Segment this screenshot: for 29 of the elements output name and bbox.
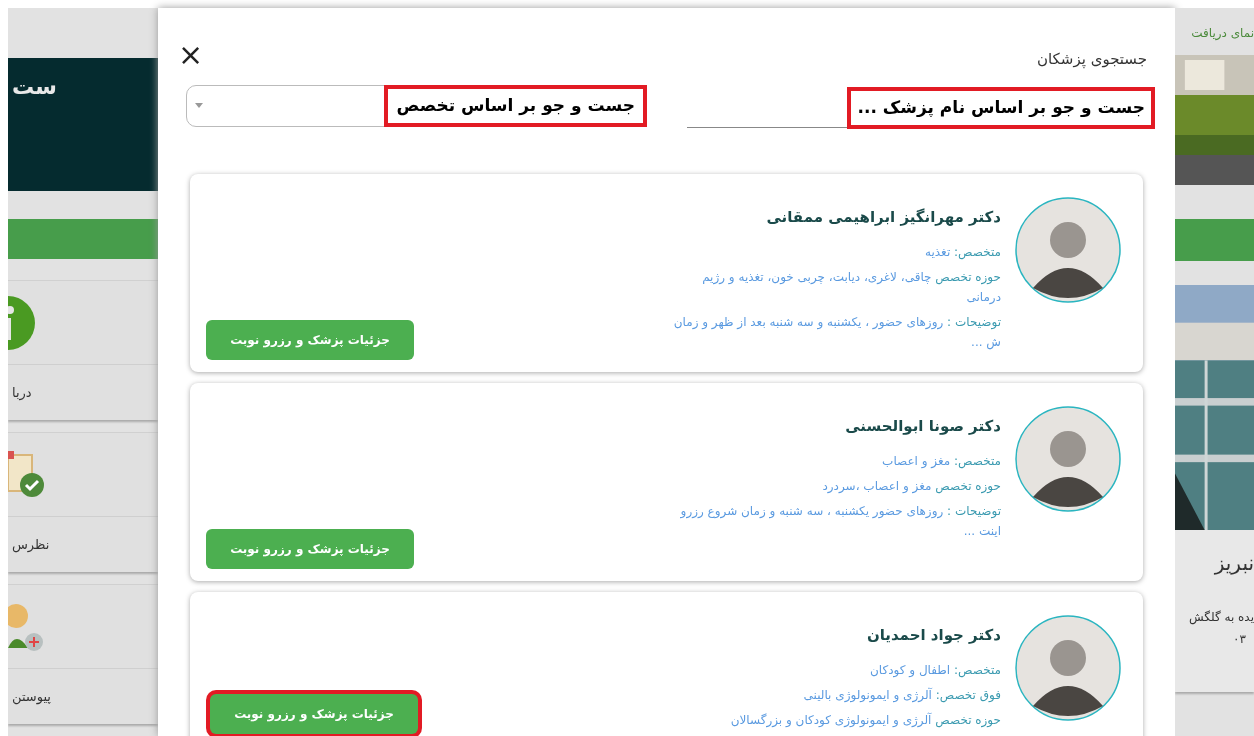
news-text: یده به گلگش (1188, 609, 1254, 626)
doctor-name: دکتر صونا ابوالحسنی (844, 415, 1001, 437)
banner-title: ست (12, 73, 57, 102)
service-card[interactable]: دربا (8, 280, 158, 421)
doctor-info-line: توضیحات : روزهای حضور ، یکشنبه و سه شنبه بعد از ظهر و زمان ش ... (672, 314, 1001, 352)
add-user-icon (8, 601, 44, 652)
doctor-info-line: حوزه تخصص چاقی، لاغری، دیابت، چربی خون، تغذیه و رژیم درمانی (701, 269, 1001, 306)
doctor-name: دکتر جواد احمدیان (865, 624, 1001, 646)
service-label: پیوستن (12, 687, 51, 707)
specialty-select[interactable]: جست و جو بر اساس تخصص (186, 84, 646, 127)
clipboard-check-icon (8, 450, 44, 499)
doctor-info-line: حوزه تخصص مغز و اعصاب ،سردرد (821, 478, 1001, 496)
service-card[interactable]: پیوستن (8, 584, 158, 724)
close-button[interactable]: × (178, 40, 204, 71)
news-title: نبریز (1213, 550, 1254, 577)
doctor-info-line: متخصص: تغذیه (924, 244, 1001, 262)
service-label: دربا (12, 384, 32, 403)
doctor-info-line: متخصص: مغز و اعصاب (881, 453, 1001, 471)
doctor-info-line: متخصص: اطفال و کودکان (869, 662, 1001, 680)
doctor-info-line: توضیحات : روزهای حضور یکشنبه ، سه شنبه و زمان شروع رزرو اینت ... (679, 503, 1001, 540)
news-card[interactable]: نبریز یده به گلگش ۰۳ (1175, 285, 1254, 692)
news-date: ۰۳ (1232, 631, 1246, 648)
service-card[interactable]: نظرس (8, 432, 158, 573)
service-label: نظرس (12, 535, 50, 555)
caret-icon (195, 103, 203, 108)
doctor-info-line: حوزه تخصص آلرژی و ایمونولوژی کودکان و بزرگسالان (729, 711, 1001, 730)
doctor-info-line: فوق تخصص: آلرژی و ایمونولوژی بالینی (802, 686, 1001, 705)
modal-title: جستجوی پزشکان (1037, 49, 1147, 70)
doctor-name: دکتر مهرانگیز ابراهیمی ممقانی (765, 206, 1001, 228)
